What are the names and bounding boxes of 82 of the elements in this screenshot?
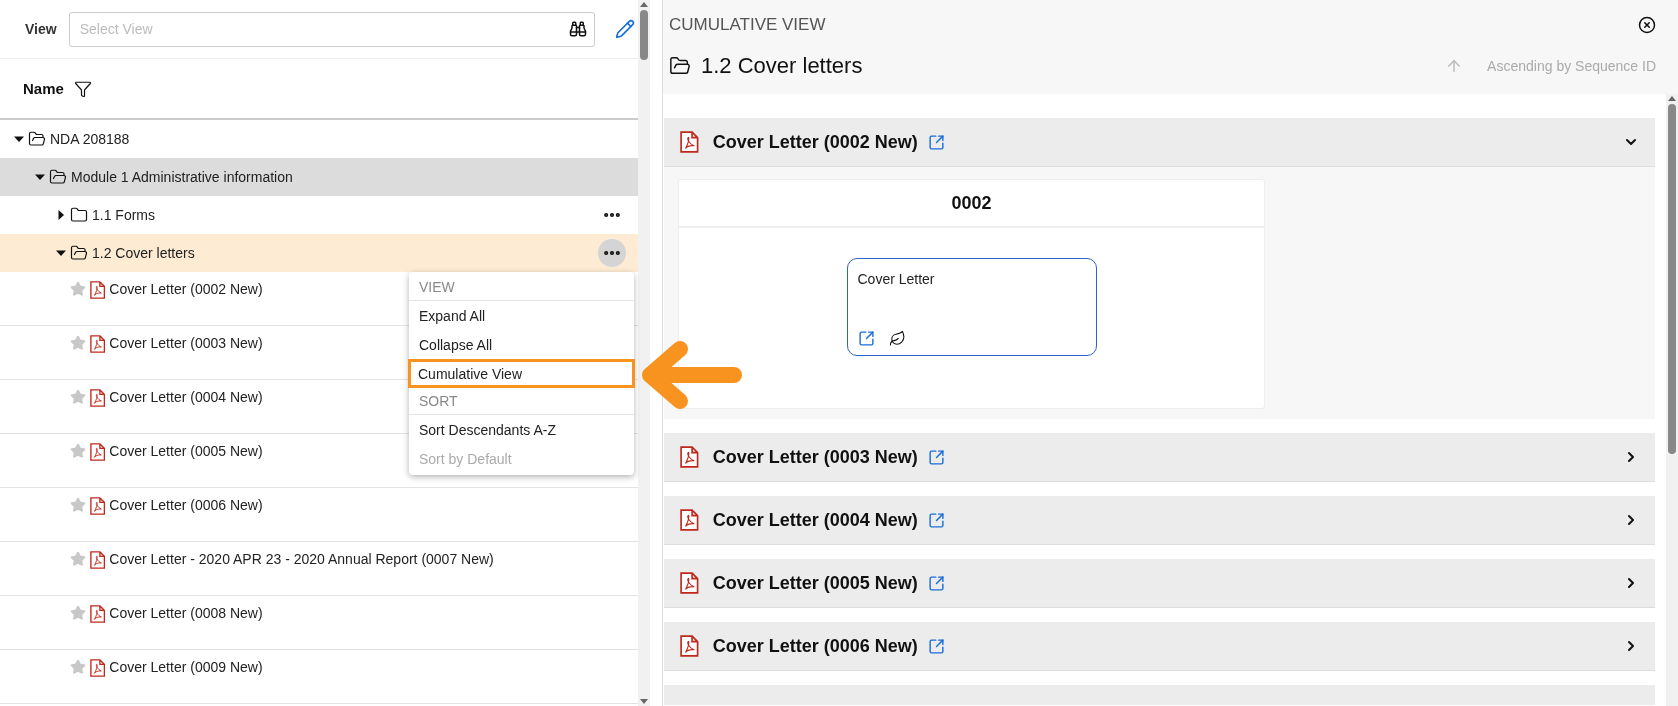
folder-row[interactable]: 1.2 Cover letters	[0, 234, 638, 272]
external-link-icon[interactable]	[927, 133, 945, 151]
document-name: Cover Letter (0004 New)	[109, 389, 263, 405]
menu-section-header: SORT	[409, 388, 634, 415]
scroll-down-icon[interactable]	[639, 698, 649, 706]
scrollbar[interactable]	[638, 0, 650, 706]
menu-section-header: VIEW	[409, 274, 634, 301]
folder-row[interactable]: Module 1 Administrative information	[0, 158, 638, 196]
menu-item[interactable]: Cumulative View	[408, 359, 635, 388]
star-icon[interactable]	[70, 443, 86, 459]
document-name: Cover Letter (0005 New)	[109, 443, 263, 459]
pdf-file-icon	[90, 497, 106, 515]
external-link-icon[interactable]	[927, 448, 945, 466]
open-folder-icon	[49, 167, 67, 186]
sequence-id: 0002	[679, 180, 1264, 228]
pdf-file-icon	[90, 659, 106, 677]
external-link-icon[interactable]	[927, 511, 945, 529]
document-name: Cover Letter (0002 New)	[109, 281, 263, 297]
external-link-icon[interactable]	[857, 330, 875, 347]
accordion-header[interactable]: Cover Letter (0005 New)	[664, 559, 1655, 608]
pdf-file-icon	[90, 281, 106, 299]
star-icon[interactable]	[70, 281, 86, 297]
document-name: Cover Letter (0008 New)	[109, 605, 263, 621]
pdf-file-icon	[680, 131, 699, 153]
pdf-file-icon	[680, 572, 699, 594]
folder-title: 1.2 Cover letters	[701, 53, 863, 79]
folder-name: 1.2 Cover letters	[92, 244, 195, 261]
pdf-file-icon	[90, 389, 106, 407]
document-card[interactable]: Cover Letter	[846, 258, 1097, 356]
section-title: Cover Letter (0006 New)	[712, 635, 918, 657]
document-name: Cover Letter (0006 New)	[109, 497, 263, 513]
caret-right-icon[interactable]	[56, 209, 66, 220]
scrollbar[interactable]	[1666, 94, 1678, 706]
accordion-header[interactable]: Cover Letter (0004 New)	[664, 496, 1655, 545]
pdf-file-icon	[90, 551, 106, 569]
close-button[interactable]	[1638, 16, 1656, 34]
view-label: View	[25, 21, 57, 37]
star-icon[interactable]	[70, 659, 86, 675]
folder-name: Module 1 Administrative information	[71, 168, 293, 185]
section-title: Cover Letter (0004 New)	[712, 509, 918, 531]
edit-icon[interactable]	[614, 19, 635, 39]
scrollbar-thumb[interactable]	[640, 10, 648, 60]
star-icon[interactable]	[70, 389, 86, 405]
accordion-header[interactable]: Cover Letter (0003 New)	[664, 433, 1655, 482]
pdf-file-icon	[90, 443, 106, 461]
scroll-up-icon[interactable]	[639, 0, 649, 8]
open-folder-icon	[70, 243, 88, 262]
sort-label: Ascending by Sequence ID	[1487, 58, 1656, 74]
pdf-file-icon	[90, 605, 106, 623]
accordion-header[interactable]: Cover Letter (0006 New)	[664, 622, 1655, 671]
scroll-up-icon[interactable]	[1667, 94, 1677, 102]
leaf-icon[interactable]	[888, 330, 906, 347]
external-link-icon[interactable]	[927, 637, 945, 655]
document-name: Cover Letter - 2020 APR 23 - 2020 Annual Report (0007 New)	[109, 551, 494, 567]
document-name: Cover Letter (0003 New)	[109, 335, 263, 351]
open-folder-icon	[669, 55, 691, 77]
menu-item[interactable]: Collapse All	[409, 330, 634, 359]
scrollbar-thumb[interactable]	[1668, 104, 1676, 454]
folder-icon	[70, 205, 88, 224]
star-icon[interactable]	[70, 497, 86, 513]
open-folder-icon	[28, 129, 46, 148]
document-name: Cover Letter (0009 New)	[109, 659, 263, 675]
pdf-file-icon	[90, 335, 106, 353]
star-icon[interactable]	[70, 551, 86, 567]
name-column-header[interactable]: Name	[23, 80, 64, 97]
folder-name: NDA 208188	[50, 130, 130, 147]
section-title: Cover Letter (0005 New)	[712, 572, 918, 594]
star-icon[interactable]	[70, 335, 86, 351]
binoculars-icon[interactable]	[568, 19, 587, 38]
pdf-file-icon	[680, 509, 699, 531]
document-title: Cover Letter	[857, 271, 936, 287]
section-title: Cover Letter (0003 New)	[712, 446, 918, 468]
filter-icon[interactable]	[73, 79, 92, 98]
accordion-header[interactable]: Cover Letter (0002 New)	[664, 118, 1655, 167]
pdf-file-icon	[680, 446, 699, 468]
section-title: Cover Letter (0002 New)	[712, 131, 918, 153]
select-view-field[interactable]: Select View	[68, 11, 595, 47]
external-link-icon[interactable]	[927, 574, 945, 592]
folder-name: 1.1 Forms	[92, 206, 155, 223]
star-icon[interactable]	[70, 605, 86, 621]
pdf-file-icon	[680, 635, 699, 657]
panel-title: CUMULATIVE VIEW	[669, 15, 826, 35]
